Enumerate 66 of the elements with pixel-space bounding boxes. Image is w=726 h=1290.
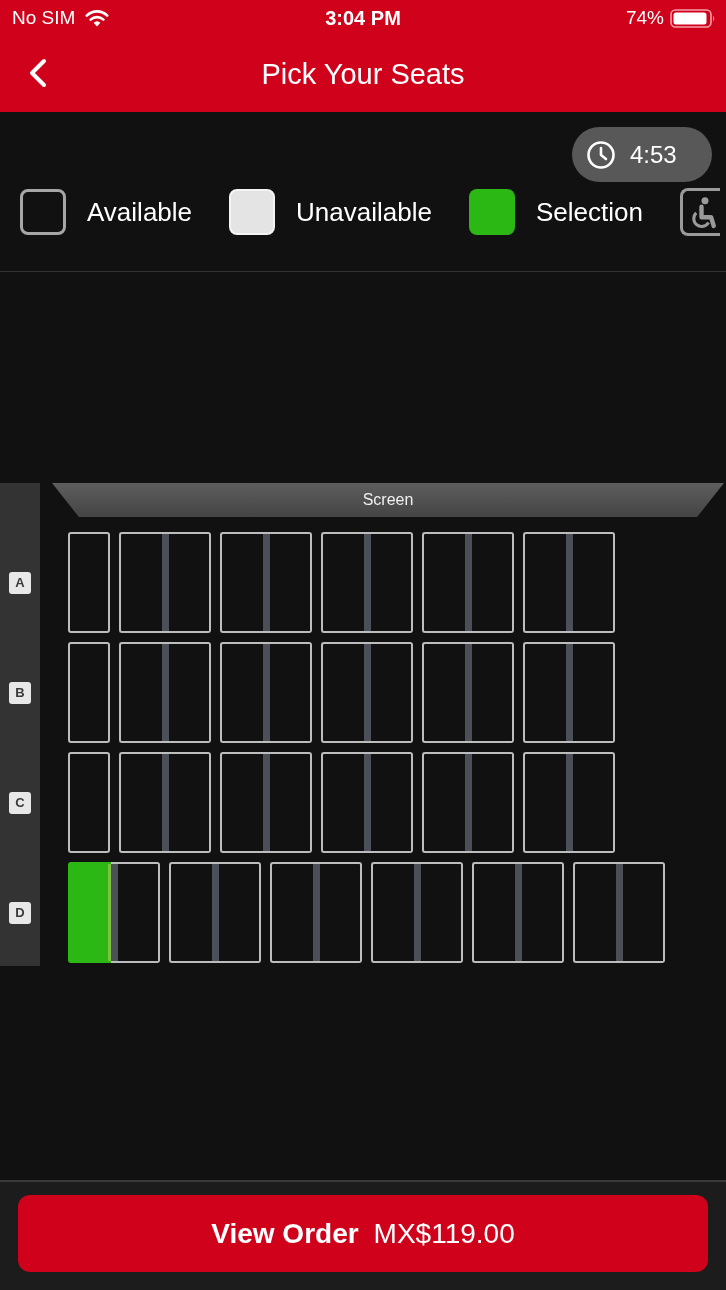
seat[interactable]: [220, 642, 263, 743]
seat[interactable]: [269, 752, 312, 853]
seat[interactable]: [471, 752, 514, 853]
selection-swatch-icon: [468, 189, 515, 235]
wheelchair-icon: [679, 188, 720, 236]
seat[interactable]: [422, 532, 465, 633]
seat[interactable]: [471, 642, 514, 743]
seat[interactable]: [119, 642, 162, 743]
screen-banner: Screen: [52, 483, 724, 517]
seat[interactable]: [523, 642, 566, 743]
seat[interactable]: [269, 642, 312, 743]
seat[interactable]: [572, 532, 615, 633]
seat[interactable]: [321, 642, 364, 743]
seat[interactable]: [521, 862, 564, 963]
row-label: A: [9, 571, 31, 594]
seat[interactable]: [319, 862, 362, 963]
legend-label: Unavailable: [296, 196, 432, 228]
seat[interactable]: [420, 862, 463, 963]
seat[interactable]: [321, 752, 364, 853]
clock-icon: [586, 139, 616, 170]
seat[interactable]: [119, 532, 162, 633]
seat[interactable]: [472, 862, 515, 963]
seat[interactable]: [422, 642, 465, 743]
seat[interactable]: [270, 862, 313, 963]
seat[interactable]: [269, 532, 312, 633]
seat[interactable]: [422, 752, 465, 853]
legend-label: Available: [87, 196, 193, 228]
seat[interactable]: [370, 752, 413, 853]
row-label: C: [9, 791, 31, 814]
seat[interactable]: [119, 752, 162, 853]
seat[interactable]: [523, 532, 566, 633]
seat[interactable]: [68, 752, 110, 853]
seat[interactable]: [168, 752, 211, 853]
seat[interactable]: [220, 752, 263, 853]
available-swatch-icon: [20, 189, 66, 235]
seat[interactable]: [572, 752, 615, 853]
view-order-button[interactable]: View Order MX$119.00: [18, 1195, 708, 1272]
seat[interactable]: [523, 752, 566, 853]
seat[interactable]: [168, 642, 211, 743]
clock-time: 3:04 PM: [325, 7, 401, 30]
seat[interactable]: [572, 642, 615, 743]
seat[interactable]: [321, 532, 364, 633]
seat[interactable]: [471, 532, 514, 633]
battery-icon: [670, 8, 716, 28]
seat[interactable]: [218, 862, 261, 963]
seat[interactable]: [168, 532, 211, 633]
seat[interactable]: [371, 862, 414, 963]
wifi-icon: [85, 9, 110, 27]
unavailable-swatch-icon: [229, 189, 276, 235]
seat[interactable]: [68, 532, 110, 633]
seat[interactable]: [169, 862, 212, 963]
seat[interactable]: [68, 642, 110, 743]
legend-label: Selection: [535, 196, 643, 228]
seat[interactable]: [370, 532, 413, 633]
seat[interactable]: [622, 862, 665, 963]
seat[interactable]: [573, 862, 616, 963]
seat[interactable]: [370, 642, 413, 743]
seat[interactable]: [220, 532, 263, 633]
row-label: D: [9, 901, 31, 924]
timer-text: 4:53: [630, 140, 677, 169]
battery-percent: 74%: [625, 7, 664, 29]
page-title: Pick Your Seats: [261, 57, 465, 91]
row-label: B: [9, 681, 31, 704]
seat[interactable]: [117, 862, 160, 963]
chevron-left-icon: [28, 58, 48, 88]
carrier-text: No SIM: [12, 7, 76, 29]
